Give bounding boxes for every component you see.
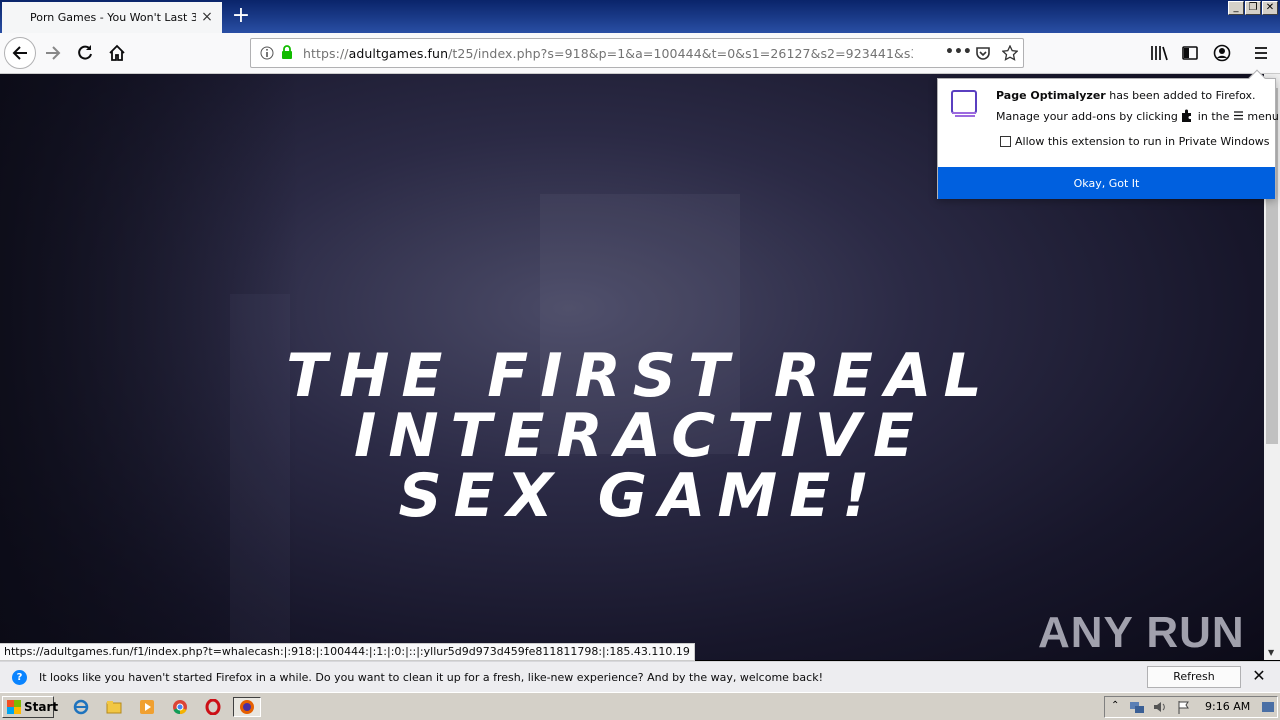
ie-icon[interactable] [70, 697, 92, 717]
system-tray: ⌃ 9:16 AM [1104, 696, 1278, 718]
opera-icon[interactable] [202, 697, 224, 717]
url-host: adultgames.fun [348, 46, 449, 61]
watermark-text: ANY RUN [1038, 608, 1245, 657]
network-icon[interactable] [1129, 700, 1145, 714]
headline-line-2: INTERACTIVE [354, 401, 926, 471]
back-arrow-icon [12, 46, 27, 60]
refresh-firefox-button[interactable]: Refresh Firefox… [1147, 666, 1241, 703]
home-icon [109, 44, 125, 61]
notification-text: It looks like you haven't started Firefo… [39, 671, 823, 684]
private-windows-label[interactable]: Allow this extension to run in Private W… [1015, 135, 1270, 148]
tab-close-icon[interactable]: × [200, 10, 214, 24]
puzzle-icon [1182, 109, 1192, 122]
chrome-icon[interactable] [169, 697, 191, 717]
manage-suffix: menu. [1243, 110, 1280, 123]
tab-active[interactable]: Porn Games - You Won't Last 3 Minutes × [2, 2, 222, 33]
private-windows-option[interactable]: Allow this extension to run in Private W… [1000, 135, 1270, 148]
menu-icon [1233, 111, 1243, 120]
forward-button[interactable] [38, 38, 68, 68]
url-bar[interactable]: https://adultgames.fun/t25/index.php?s=9… [250, 38, 1024, 68]
nav-bar: https://adultgames.fun/t25/index.php?s=9… [0, 33, 1280, 74]
url-path: /t25/index.php?s=918&p=1&a=100444&t=0&s1… [448, 46, 913, 61]
hero-headline[interactable]: THE FIRST REAL INTERACTIVE SEX GAME! [200, 346, 1080, 526]
explorer-icon[interactable] [103, 697, 125, 717]
url-text[interactable]: https://adultgames.fun/t25/index.php?s=9… [303, 46, 913, 61]
okay-got-it-button[interactable]: Okay, Got It [938, 167, 1275, 199]
hamburger-menu-icon[interactable] [1253, 45, 1269, 61]
anyrun-watermark: ANY RUN [1038, 608, 1245, 658]
added-text: has been added to Firefox. [1105, 89, 1256, 102]
home-button[interactable] [102, 38, 132, 68]
addon-icon [951, 90, 977, 117]
page-actions-icon[interactable]: ••• [945, 44, 972, 60]
volume-icon[interactable] [1152, 700, 1168, 714]
private-windows-checkbox[interactable] [1000, 136, 1011, 147]
windows-flag-icon [7, 700, 21, 714]
bookmark-star-icon[interactable] [1002, 45, 1018, 61]
media-player-icon[interactable] [136, 697, 158, 717]
pocket-icon[interactable] [975, 46, 991, 61]
manage-prefix: Manage your add-ons by clicking [996, 110, 1182, 123]
start-label: Start [24, 700, 59, 714]
start-button[interactable]: Start [2, 696, 58, 718]
show-desktop-icon[interactable] [1261, 701, 1275, 713]
action-center-flag-icon[interactable] [1177, 700, 1191, 714]
restore-button[interactable]: ❐ [1245, 1, 1261, 15]
reload-icon [78, 45, 92, 60]
addon-installed-popup: Page Optimalyzer has been added to Firef… [937, 69, 1280, 199]
back-button[interactable] [4, 37, 36, 69]
clock[interactable]: 9:16 AM [1205, 700, 1250, 713]
new-tab-icon[interactable]: + [229, 4, 253, 28]
tray-expand-icon[interactable]: ⌃ [1111, 700, 1119, 711]
popup-message: Page Optimalyzer has been added to Firef… [996, 89, 1256, 102]
url-prefix: https:// [303, 46, 349, 61]
minimize-button[interactable]: _ [1228, 1, 1244, 15]
account-icon[interactable] [1213, 44, 1231, 62]
lock-icon[interactable] [281, 45, 293, 60]
taskbar: Start ⌃ 9:16 AM [0, 692, 1280, 720]
notification-bar: ? It looks like you haven't started Fire… [0, 661, 1280, 703]
sidebar-icon[interactable] [1182, 45, 1198, 61]
popup-manage-text: Manage your add-ons by clicking in the m… [996, 109, 1280, 123]
notification-info-icon: ? [12, 670, 27, 685]
library-icon[interactable] [1150, 45, 1168, 61]
tab-strip: Porn Games - You Won't Last 3 Minutes × … [0, 0, 1280, 33]
addon-name: Page Optimalyzer [996, 89, 1106, 102]
scroll-down-icon[interactable]: ▼ [1268, 648, 1274, 657]
headline-line-1: THE FIRST REAL [286, 341, 994, 411]
info-icon[interactable] [260, 46, 274, 60]
forward-arrow-icon [46, 46, 61, 60]
tab-title: Porn Games - You Won't Last 3 Minutes [30, 11, 196, 24]
headline-line-3: SEX GAME! [398, 461, 882, 531]
notification-close-icon[interactable]: ✕ [1251, 668, 1267, 684]
window-close-button[interactable]: ✕ [1262, 1, 1278, 15]
status-link-tooltip: https://adultgames.fun/f1/index.php?t=wh… [0, 643, 695, 661]
firefox-taskbar-icon[interactable] [233, 697, 261, 717]
reload-button[interactable] [70, 38, 100, 68]
manage-mid: in the [1194, 110, 1233, 123]
